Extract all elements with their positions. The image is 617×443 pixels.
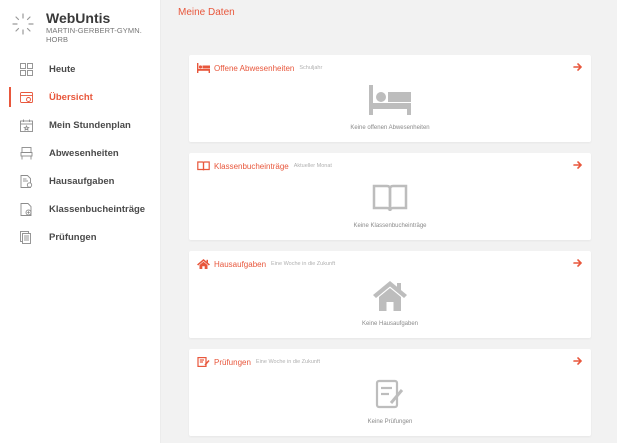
card-subtitle: Aktueller Monat <box>293 163 332 169</box>
card-title: Prüfungen <box>214 357 251 367</box>
school-name-line1: MARTIN-GERBERT-GYMN. <box>46 26 142 35</box>
card-empty-text: Keine Hausaufgaben <box>361 321 419 327</box>
card-subtitle: Eine Woche in die Zukunft <box>271 261 336 267</box>
card-offene-abwesenheiten: Offene Abwesenheiten Schuljahr Keine off… <box>189 55 591 142</box>
sidebar-item-uebersicht[interactable]: Übersicht <box>0 83 160 111</box>
exam-icon <box>197 357 210 367</box>
webuntis-logo-icon <box>12 13 34 35</box>
dashboard-icon <box>20 62 33 76</box>
card-title: Offene Abwesenheiten <box>214 63 295 73</box>
home-icon <box>197 259 210 269</box>
book-large-icon <box>372 184 408 212</box>
sidebar-item-klassenbucheintraege[interactable]: Klassenbucheinträge <box>0 195 160 223</box>
sidebar-item-label: Klassenbucheinträge <box>49 203 146 215</box>
sidebar-item-abwesenheiten[interactable]: Abwesenheiten <box>0 139 160 167</box>
sidebar-item-label: Mein Stundenplan <box>49 119 131 131</box>
sidebar-item-label: Übersicht <box>49 91 93 103</box>
home-large-icon <box>373 281 407 311</box>
arrow-right-icon[interactable] <box>573 160 583 170</box>
sidebar-item-pruefungen[interactable]: Prüfungen <box>0 223 160 251</box>
card-subtitle: Schuljahr <box>299 65 323 71</box>
homework-icon <box>20 174 33 188</box>
card-title: Klassenbucheinträge <box>214 161 289 171</box>
classbook-icon <box>20 202 32 216</box>
brand-name: WebUntis <box>46 10 111 26</box>
bed-icon <box>20 146 33 159</box>
sidebar-item-heute[interactable]: Heute <box>0 55 160 83</box>
sidebar-item-label: Prüfungen <box>49 231 97 243</box>
page-title: Meine Daten <box>178 7 235 18</box>
card-empty-text: Keine Klassenbucheinträge <box>353 223 427 229</box>
card-klassenbucheintraege: Klassenbucheinträge Aktueller Monat Kein… <box>189 153 591 240</box>
arrow-right-icon[interactable] <box>573 356 583 366</box>
sidebar-item-hausaufgaben[interactable]: Hausaufgaben <box>0 167 160 195</box>
bed-icon <box>197 63 210 73</box>
calendar-icon <box>20 119 33 132</box>
sidebar-item-mein-stundenplan[interactable]: Mein Stundenplan <box>0 111 160 139</box>
card-subtitle: Eine Woche in die Zukunft <box>255 359 321 365</box>
sidebar-item-label: Heute <box>49 63 76 75</box>
arrow-right-icon[interactable] <box>573 62 583 72</box>
card-empty-text: Keine offenen Abwesenheiten <box>350 125 430 131</box>
sidebar-item-label: Hausaufgaben <box>49 175 115 187</box>
book-icon <box>197 161 210 171</box>
exams-icon <box>20 230 31 244</box>
brand[interactable]: WebUntis MARTIN-GERBERT-GYMN. HORB <box>12 10 142 44</box>
top-bar: Meine Daten <box>161 0 617 28</box>
card-hausaufgaben: Hausaufgaben Eine Woche in die Zukunft K… <box>189 251 591 338</box>
sidebar: WebUntis MARTIN-GERBERT-GYMN. HORB Heute <box>0 0 161 443</box>
card-title: Hausaufgaben <box>214 259 267 269</box>
card-pruefungen: Prüfungen Eine Woche in die Zukunft Kein… <box>189 349 591 436</box>
main-content: Meine Daten Offene Abwesenheiten Schulja… <box>161 0 617 443</box>
sidebar-item-label: Abwesenheiten <box>49 147 119 159</box>
overview-icon <box>20 91 33 103</box>
exam-large-icon <box>375 379 404 409</box>
school-name-line2: HORB <box>46 35 69 44</box>
bed-large-icon <box>369 85 411 115</box>
card-empty-text: Keine Prüfungen <box>367 419 413 425</box>
sidebar-nav: Heute Übersicht Mein Stundenplan Abwesen… <box>0 55 160 251</box>
arrow-right-icon[interactable] <box>573 258 583 268</box>
